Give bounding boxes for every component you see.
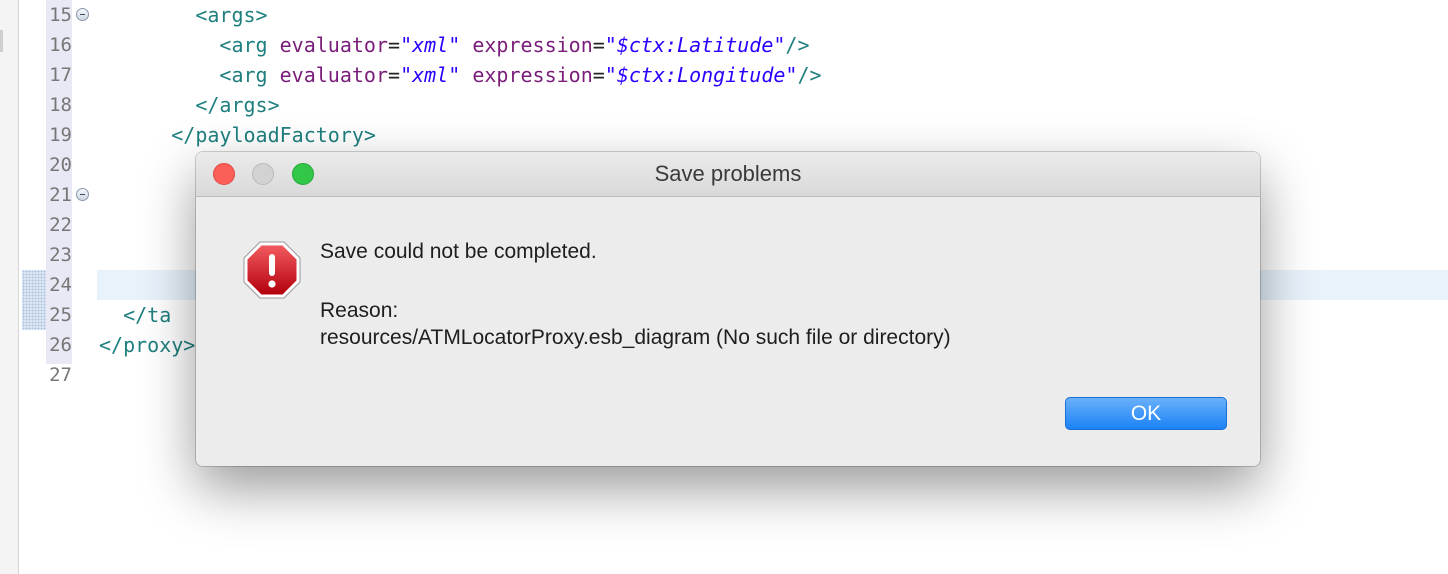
code-line[interactable]: 15 <args> — [0, 0, 1448, 30]
code-text: <arg evaluator="xml" expression="$ctx:Lo… — [99, 60, 822, 90]
token-attr: expression — [472, 33, 593, 57]
code-text: <args> — [99, 0, 268, 30]
line-number: 20 — [49, 154, 72, 176]
minimize-window-button[interactable] — [252, 163, 274, 185]
fold-toggle-icon[interactable] — [76, 8, 89, 21]
line-number: 19 — [49, 124, 72, 146]
token-attr: evaluator — [279, 63, 389, 87]
line-number: 17 — [49, 64, 72, 86]
token-val: "xml" — [400, 33, 461, 57]
line-number: 16 — [49, 34, 72, 56]
line-number: 27 — [49, 364, 72, 386]
dialog-titlebar[interactable]: Save problems — [196, 152, 1260, 197]
token-eq: = — [388, 33, 401, 57]
token-tag: <arg — [219, 63, 280, 87]
code-text: <arg evaluator="xml" expression="$ctx:La… — [99, 30, 810, 60]
reason-detail: resources/ATMLocatorProxy.esb_diagram (N… — [320, 326, 951, 349]
line-number: 26 — [49, 334, 72, 356]
ok-button[interactable]: OK — [1065, 397, 1227, 430]
code-text: </args> — [99, 90, 280, 120]
token-eq: = — [388, 63, 401, 87]
token-val: "$ctx:Longitude" — [604, 63, 798, 87]
token-tag: </ta — [123, 303, 172, 327]
token-attr: evaluator — [279, 33, 389, 57]
token-tag: </payloadFactory> — [171, 123, 376, 147]
code-line[interactable]: 17 <arg evaluator="xml" expression="$ctx… — [0, 60, 1448, 90]
fold-toggle-icon[interactable] — [76, 188, 89, 201]
reason-label: Reason: — [320, 299, 399, 322]
code-text: </payloadFactory> — [99, 120, 376, 150]
token-eq: = — [592, 33, 605, 57]
dialog-title: Save problems — [654, 161, 802, 186]
code-text: </ta — [99, 300, 171, 330]
code-line[interactable]: 19 </payloadFactory> — [0, 120, 1448, 150]
line-number: 23 — [49, 244, 72, 266]
close-window-button[interactable] — [213, 163, 235, 185]
token-tag: <args> — [195, 3, 268, 27]
token-val: "$ctx:Latitude" — [604, 33, 786, 57]
code-text: </proxy> — [99, 330, 195, 360]
line-number: 25 — [49, 304, 72, 326]
token-val: "xml" — [400, 63, 461, 87]
token-attr: expression — [472, 63, 593, 87]
code-line[interactable]: 18 </args> — [0, 90, 1448, 120]
token-eq: = — [592, 63, 605, 87]
line-number: 21 — [49, 184, 72, 206]
line-number: 22 — [49, 214, 72, 236]
token-tag: </args> — [195, 93, 280, 117]
save-problems-dialog: Save problems Save could not be complete… — [196, 152, 1260, 466]
line-number: 24 — [49, 274, 72, 296]
token-eq — [460, 63, 472, 87]
code-line[interactable]: 16 <arg evaluator="xml" expression="$ctx… — [0, 30, 1448, 60]
token-eq — [460, 33, 472, 57]
error-stop-icon — [243, 241, 301, 299]
line-number: 18 — [49, 94, 72, 116]
token-tag: /> — [797, 63, 822, 87]
line-number: 15 — [49, 4, 72, 26]
error-message: Save could not be completed. — [320, 240, 597, 263]
token-tag: </proxy> — [99, 333, 196, 357]
token-tag: <arg — [219, 33, 280, 57]
token-tag: /> — [785, 33, 810, 57]
zoom-window-button[interactable] — [292, 163, 314, 185]
